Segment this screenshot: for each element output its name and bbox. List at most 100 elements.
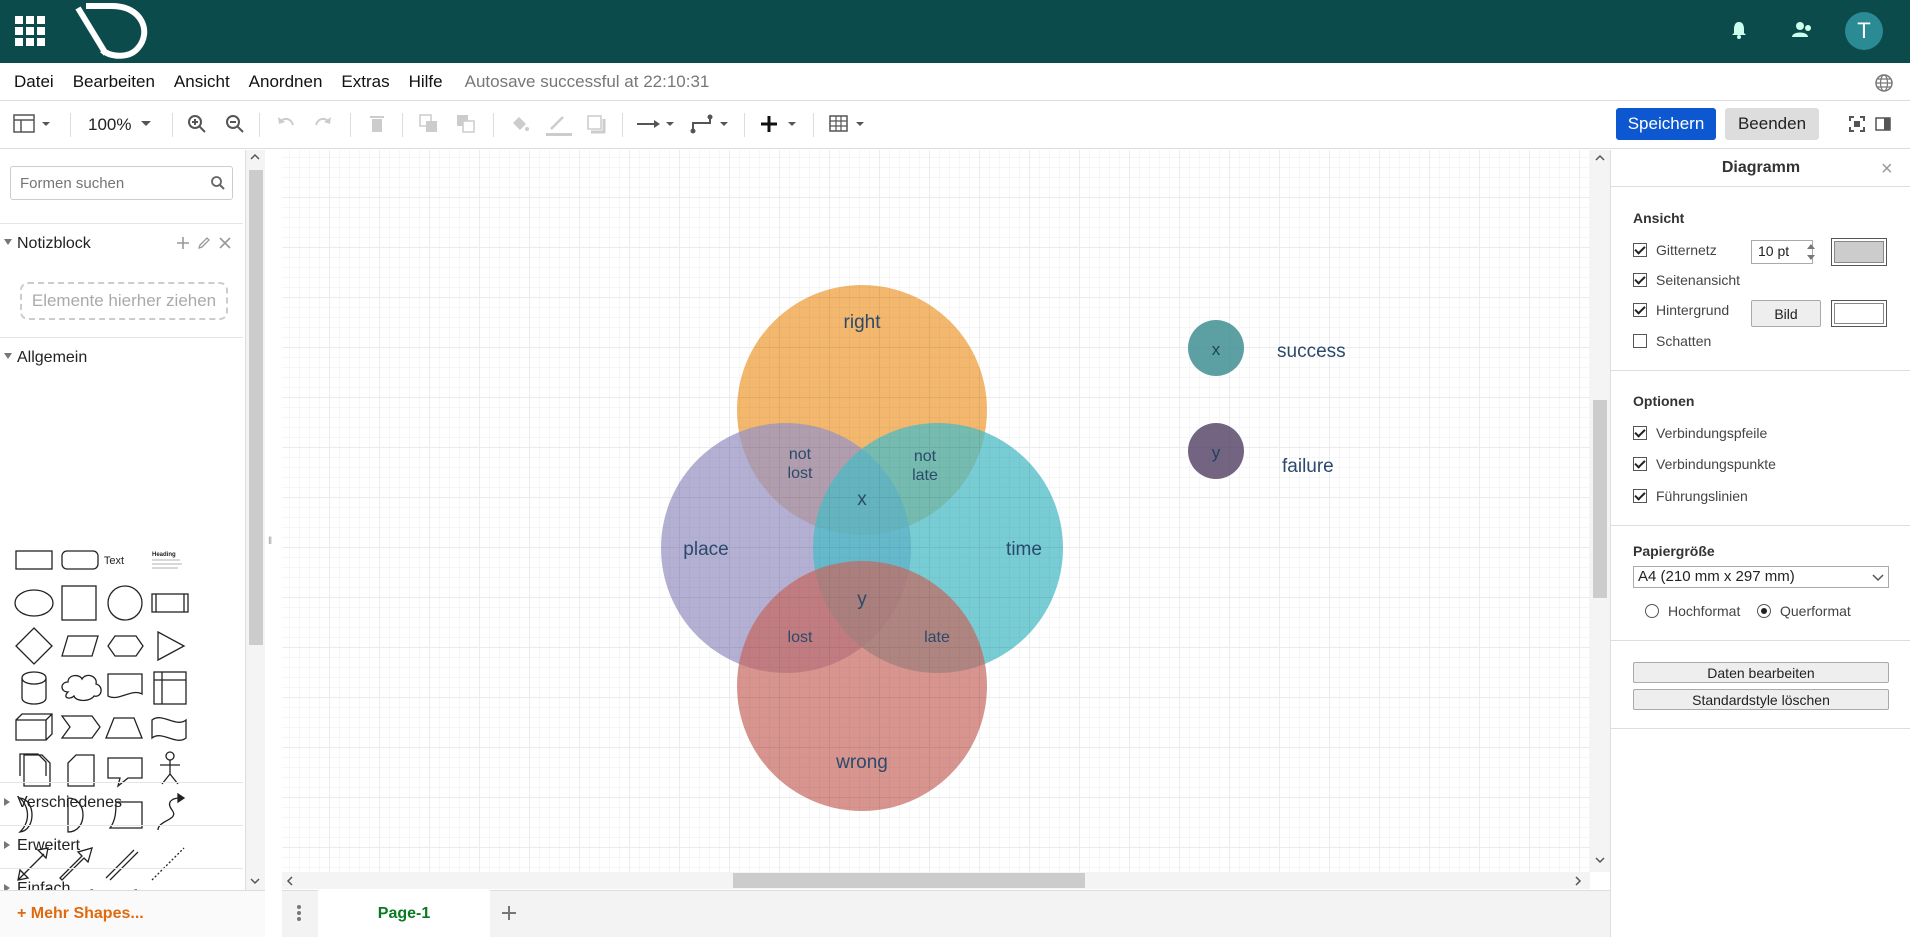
chevron-down-icon[interactable] bbox=[1869, 568, 1887, 586]
edit-data-button[interactable]: Daten bearbeiten bbox=[1633, 662, 1889, 683]
grid-color-swatch[interactable] bbox=[1831, 238, 1887, 266]
connection-points-option[interactable]: Verbindungspunkte bbox=[1633, 456, 1776, 472]
canvas-horizontal-thumb[interactable] bbox=[733, 873, 1085, 888]
scroll-right-icon[interactable] bbox=[1573, 875, 1583, 887]
format-panel-icon[interactable] bbox=[13, 113, 55, 135]
waypoint-icon[interactable] bbox=[690, 113, 730, 135]
grid-option[interactable]: Gitternetz bbox=[1633, 242, 1717, 258]
clear-style-button[interactable]: Standardstyle löschen bbox=[1633, 689, 1889, 710]
grid-size-input[interactable]: 10 pt bbox=[1751, 240, 1813, 264]
diagram-canvas[interactable]: right place time wrong not lost not late… bbox=[282, 150, 1590, 872]
background-checkbox[interactable] bbox=[1633, 303, 1647, 317]
save-button[interactable]: Speichern bbox=[1616, 108, 1716, 140]
chevron-right-icon bbox=[4, 798, 10, 806]
background-option[interactable]: Hintergrund bbox=[1633, 302, 1729, 318]
connection-arrows-checkbox[interactable] bbox=[1633, 426, 1647, 440]
contacts-icon[interactable] bbox=[1791, 20, 1813, 40]
shape-trapezoid bbox=[105, 717, 143, 739]
exit-button[interactable]: Beenden bbox=[1725, 108, 1819, 140]
shape-parallelogram bbox=[61, 635, 99, 657]
search-input[interactable] bbox=[10, 166, 233, 200]
menu-arrange[interactable]: Anordnen bbox=[249, 72, 323, 92]
undo-icon[interactable] bbox=[275, 113, 297, 135]
more-shapes-link[interactable]: + Mehr Shapes... bbox=[17, 905, 144, 923]
shadow-icon[interactable] bbox=[585, 113, 607, 135]
scratchpad-drop-zone[interactable]: Elemente hierher ziehen bbox=[20, 282, 228, 320]
paper-size-select[interactable]: A4 (210 mm x 297 mm) bbox=[1633, 566, 1889, 588]
chevron-down-icon bbox=[4, 353, 12, 359]
shadow-option[interactable]: Schatten bbox=[1633, 333, 1711, 349]
scroll-up-icon[interactable] bbox=[249, 152, 261, 162]
redo-icon[interactable] bbox=[312, 113, 334, 135]
zoom-out-icon[interactable] bbox=[224, 113, 246, 135]
section-general[interactable]: Allgemein bbox=[0, 337, 243, 377]
bell-icon[interactable] bbox=[1730, 20, 1748, 40]
page-view-option[interactable]: Seitenansicht bbox=[1633, 272, 1740, 288]
scroll-left-icon[interactable] bbox=[285, 875, 295, 887]
table-icon[interactable] bbox=[828, 113, 870, 135]
page-view-checkbox[interactable] bbox=[1633, 273, 1647, 287]
edit-pencil-icon[interactable] bbox=[197, 236, 211, 250]
guides-checkbox[interactable] bbox=[1633, 489, 1647, 503]
landscape-radio[interactable] bbox=[1757, 604, 1771, 618]
portrait-option[interactable]: Hochformat bbox=[1645, 603, 1740, 619]
sidebar-footer: + Mehr Shapes... bbox=[0, 890, 265, 937]
zoom-level[interactable]: 100% bbox=[88, 115, 131, 135]
grid-checkbox[interactable] bbox=[1633, 243, 1647, 257]
portrait-radio[interactable] bbox=[1645, 604, 1659, 618]
scroll-up-icon[interactable] bbox=[1594, 153, 1606, 163]
insert-plus-icon[interactable] bbox=[760, 113, 802, 135]
chevron-down-icon bbox=[4, 239, 12, 245]
shape-process bbox=[151, 593, 189, 613]
connection-arrows-label: Verbindungspfeile bbox=[1656, 425, 1768, 441]
shape-heading: Heading bbox=[152, 552, 176, 558]
landscape-option[interactable]: Querformat bbox=[1757, 603, 1851, 619]
menu-file[interactable]: Datei bbox=[14, 72, 54, 92]
apps-grid-icon[interactable] bbox=[15, 16, 45, 46]
menu-view[interactable]: Ansicht bbox=[174, 72, 230, 92]
connection-points-checkbox[interactable] bbox=[1633, 457, 1647, 471]
to-front-icon[interactable] bbox=[418, 113, 440, 135]
fill-color-icon[interactable] bbox=[509, 113, 531, 135]
background-color-swatch[interactable] bbox=[1831, 300, 1887, 327]
chevron-down-icon[interactable] bbox=[140, 119, 152, 129]
avatar[interactable]: T bbox=[1845, 12, 1883, 50]
toggle-panel-icon[interactable] bbox=[1874, 115, 1892, 133]
scroll-down-icon[interactable] bbox=[1594, 855, 1606, 865]
canvas-vertical-thumb[interactable] bbox=[1593, 400, 1607, 598]
add-page-icon[interactable] bbox=[501, 905, 517, 921]
scroll-down-icon[interactable] bbox=[249, 876, 261, 886]
image-button[interactable]: Bild bbox=[1751, 300, 1821, 327]
page-menu-icon[interactable] bbox=[295, 903, 303, 923]
sidebar-resize-handle[interactable]: ‖ bbox=[268, 536, 278, 550]
menu-extras[interactable]: Extras bbox=[341, 72, 389, 92]
add-icon[interactable] bbox=[176, 236, 190, 250]
section-advanced[interactable]: Erweitert bbox=[0, 825, 243, 865]
guides-option[interactable]: Führungslinien bbox=[1633, 488, 1748, 504]
connection-arrow-icon[interactable] bbox=[636, 113, 676, 135]
connection-arrows-option[interactable]: Verbindungspfeile bbox=[1633, 425, 1767, 441]
shape-cube bbox=[15, 713, 53, 741]
fullscreen-icon[interactable] bbox=[1848, 115, 1866, 133]
search-icon[interactable] bbox=[210, 175, 226, 191]
shapes-sidebar: Notizblock Elemente hierher ziehen Allge… bbox=[0, 150, 247, 890]
close-icon[interactable] bbox=[218, 236, 232, 250]
shadow-checkbox[interactable] bbox=[1633, 334, 1647, 348]
legend-x-key: x bbox=[1212, 340, 1221, 359]
globe-icon[interactable] bbox=[1874, 73, 1894, 93]
zoom-in-icon[interactable] bbox=[186, 113, 208, 135]
menu-edit[interactable]: Bearbeiten bbox=[73, 72, 155, 92]
section-basic[interactable]: Einfach bbox=[0, 868, 243, 890]
tab-page-1[interactable]: Page-1 bbox=[318, 890, 490, 937]
menu-help[interactable]: Hilfe bbox=[409, 72, 443, 92]
close-icon[interactable]: × bbox=[1881, 158, 1893, 181]
sidebar-scroll-thumb[interactable] bbox=[249, 170, 263, 645]
stepper-icon[interactable] bbox=[1805, 241, 1817, 263]
section-misc[interactable]: Verschiedenes bbox=[0, 782, 243, 822]
to-back-icon[interactable] bbox=[455, 113, 477, 135]
line-color-icon[interactable] bbox=[545, 113, 573, 137]
shape-rounded-rectangle bbox=[61, 550, 99, 570]
label-right: right bbox=[844, 312, 882, 333]
shape-triangle bbox=[157, 630, 186, 662]
delete-icon[interactable] bbox=[366, 113, 388, 135]
